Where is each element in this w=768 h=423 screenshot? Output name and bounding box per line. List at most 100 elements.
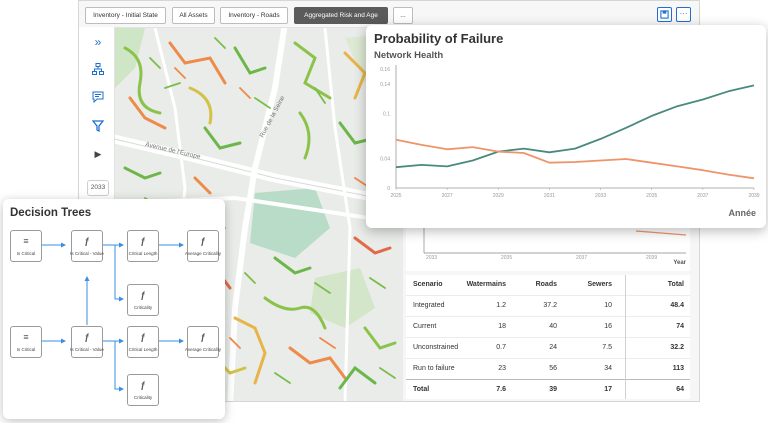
table-total-row: Total 7.6 39 17 64	[406, 379, 690, 400]
cell-roads: 39	[549, 386, 557, 393]
cell-sewers: 7.5	[602, 344, 612, 351]
cell-watermains: 18	[498, 323, 506, 330]
function-icon: ƒ	[140, 332, 146, 342]
probability-line-chart: 0 0.04 0.1 0.14 0.16 2025 2027 2029 2031 2033 2035…	[380, 65, 760, 199]
hierarchy-icon[interactable]	[91, 63, 105, 77]
tab-aggregated-risk-and-age[interactable]: Aggregated Risk and Age	[294, 7, 388, 24]
cell-sewers: 16	[604, 323, 612, 330]
cell-total: 48.4	[670, 302, 684, 309]
series-line-1	[395, 84, 755, 169]
x-tick-label: 2029	[493, 193, 504, 199]
node-label: Critical Length	[128, 347, 158, 352]
x-tick-label: 2033	[595, 193, 606, 199]
y-tick-label: 0.04	[380, 156, 390, 162]
node-label: Critical Length	[128, 251, 158, 256]
sliders-icon: ≡	[23, 236, 29, 246]
cell-roads: 40	[549, 323, 557, 330]
node-average-criticality[interactable]: ƒ Average Criticality	[185, 326, 221, 358]
cell-watermains: 7.6	[496, 386, 506, 393]
function-icon: ƒ	[140, 380, 146, 390]
node-label: Criticality	[133, 305, 153, 310]
header-watermains[interactable]: Watermains	[467, 275, 506, 295]
node-is-critical[interactable]: ≡ Is Critical	[10, 326, 42, 358]
cell-sewers: 34	[604, 365, 612, 372]
series-line-2	[395, 138, 755, 180]
toolbar: Inventory - Initial State All Assets Inv…	[79, 1, 699, 28]
sliders-icon: ≡	[23, 332, 29, 342]
small-line-chart: 2033 2035 2037 2039 Year	[406, 225, 690, 271]
cell-roads: 37.2	[543, 302, 557, 309]
function-icon: ƒ	[84, 332, 90, 342]
cell-total: 32.2	[670, 344, 684, 351]
chevrons-right-icon[interactable]: »	[91, 35, 105, 49]
small-x-tick: 2033	[426, 255, 437, 261]
cell-watermains: 1.2	[496, 302, 506, 309]
small-x-tick: 2039	[646, 255, 657, 261]
header-total[interactable]: Total	[668, 275, 684, 295]
node-critical-length[interactable]: ƒ Critical Length	[127, 326, 159, 358]
tab-inventory-initial-state[interactable]: Inventory - Initial State	[85, 7, 166, 24]
cell-scenario: Integrated	[413, 302, 445, 309]
x-tick-label: 2031	[544, 193, 555, 199]
y-tick-label: 0.1	[383, 112, 390, 118]
node-label: Average Criticality	[184, 251, 222, 256]
y-tick-label: 0.16	[380, 67, 390, 73]
table-row[interactable]: Current 18 40 16 74	[406, 317, 690, 338]
comment-icon[interactable]	[91, 91, 105, 105]
chart-x-axis-label: Année	[728, 208, 756, 218]
x-tick-label: 2035	[646, 193, 657, 199]
header-sewers[interactable]: Sewers	[587, 275, 612, 295]
node-average-criticality[interactable]: ƒ Average Criticality	[185, 230, 221, 262]
x-tick-label: 2025	[390, 193, 401, 199]
table-row[interactable]: Unconstrained 0.7 24 7.5 32.2	[406, 338, 690, 359]
more-tabs-button[interactable]: ...	[393, 7, 413, 24]
save-icon[interactable]	[657, 7, 672, 22]
decision-trees-card: Decision Trees ≡ Is Critical ƒ Is Critic…	[3, 199, 225, 419]
probability-of-failure-card: Probability of Failure Network Health 00…	[366, 25, 766, 228]
table-row[interactable]: Run to failure 23 56 34 113	[406, 359, 690, 380]
table-divider	[625, 275, 626, 399]
cell-scenario: Unconstrained	[413, 344, 459, 351]
node-is-critical[interactable]: ≡ Is Critical	[10, 230, 42, 262]
table-header-row: Scenario Watermains Roads Sewers Total	[406, 275, 690, 296]
y-tick-label: 0	[387, 186, 390, 192]
node-label: Is Critical	[16, 347, 36, 352]
x-tick-label: 2027	[442, 193, 453, 199]
node-criticality[interactable]: ƒ Criticality	[127, 284, 159, 316]
filter-icon[interactable]	[91, 120, 105, 134]
function-icon: ƒ	[84, 236, 90, 246]
function-icon: ƒ	[140, 290, 146, 300]
node-is-critical-value[interactable]: ƒ Is Critical - Value	[70, 326, 104, 358]
node-critical-length[interactable]: ƒ Critical Length	[127, 230, 159, 262]
function-icon: ƒ	[200, 236, 206, 246]
overflow-menu-button[interactable]: ···	[676, 7, 691, 22]
year-selector[interactable]: 2033	[87, 180, 109, 196]
function-icon: ƒ	[140, 236, 146, 246]
node-label: Is Critical - Value	[70, 347, 104, 352]
node-label: Average Criticality	[184, 347, 222, 352]
cell-sewers: 17	[604, 386, 612, 393]
cell-roads: 56	[549, 365, 557, 372]
cell-total: 74	[676, 323, 684, 330]
x-tick-label: 2039	[748, 193, 759, 199]
small-x-tick: 2035	[501, 255, 512, 261]
tab-all-assets[interactable]: All Assets	[172, 7, 215, 24]
scenario-table: Scenario Watermains Roads Sewers Total I…	[406, 275, 690, 399]
play-icon[interactable]: ▶	[91, 147, 105, 161]
cell-total: 113	[672, 365, 684, 372]
cell-scenario: Run to failure	[413, 365, 455, 372]
header-scenario[interactable]: Scenario	[413, 275, 443, 295]
node-is-critical-value[interactable]: ƒ Is Critical - Value	[70, 230, 104, 262]
small-x-tick: 2037	[576, 255, 587, 261]
table-row[interactable]: Integrated 1.2 37.2 10 48.4	[406, 296, 690, 317]
node-criticality[interactable]: ƒ Criticality	[127, 374, 159, 406]
x-tick-label: 2037	[697, 193, 708, 199]
y-tick-label: 0.14	[380, 82, 390, 88]
cell-total: 64	[676, 386, 684, 393]
cell-watermains: 23	[498, 365, 506, 372]
tab-inventory-roads[interactable]: Inventory - Roads	[220, 7, 288, 24]
node-label: Is Critical - Value	[70, 251, 104, 256]
node-label: Is Critical	[16, 251, 36, 256]
function-icon: ƒ	[200, 332, 206, 342]
header-roads[interactable]: Roads	[536, 275, 557, 295]
